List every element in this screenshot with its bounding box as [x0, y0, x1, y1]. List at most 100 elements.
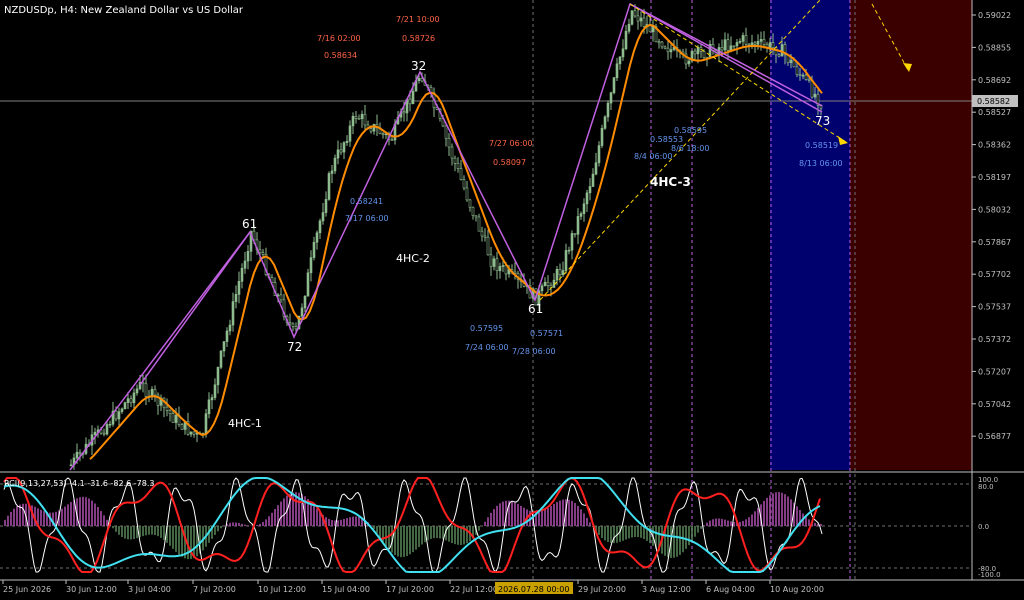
rci-histogram-bar — [313, 505, 315, 526]
annotation-a9-price: 0.58519 — [805, 141, 838, 150]
candle-body — [381, 133, 385, 136]
rci-histogram-bar — [631, 526, 633, 538]
candle-body — [696, 47, 700, 55]
rci-histogram-bar — [22, 503, 24, 526]
rci-histogram-bar — [172, 526, 174, 549]
rci-histogram-bar — [784, 494, 786, 526]
rci-histogram-bar — [79, 497, 81, 526]
annotation-a7-price: 0.58553 — [650, 135, 683, 144]
rci-histogram-bar — [280, 501, 282, 526]
rci-histogram-bar — [403, 526, 405, 557]
rci-histogram-bar — [244, 524, 246, 526]
rci-histogram-bar — [256, 525, 258, 526]
candle-body — [303, 295, 307, 309]
rci-histogram-bar — [466, 526, 468, 544]
candle-body — [597, 145, 601, 164]
time-tick-label: 3 Aug 12:00 — [642, 585, 691, 594]
candle-body — [129, 398, 133, 404]
indicator-label: RCI(9,13,27,53) -4.1 -31.6 -82.6 -78.3 — [4, 479, 154, 488]
candle-body — [801, 74, 805, 77]
candle-body — [69, 464, 73, 467]
chart-window[interactable]: NZDUSDp, H4: New Zealand Dollar vs US Do… — [0, 0, 1024, 600]
candle-body — [417, 78, 421, 81]
candle-body — [771, 42, 775, 48]
rci-histogram-bar — [649, 526, 651, 544]
forecast-zone-red — [850, 0, 972, 470]
rci-histogram-bar — [412, 526, 414, 553]
time-axis[interactable]: 25 Jun 2026 30 Jun 12:00 3 Jul 04:00 7 Jul … — [0, 579, 1024, 594]
rci-histogram-bar — [814, 522, 816, 526]
rci-histogram-bar — [328, 518, 330, 526]
rci-histogram-bar — [556, 502, 558, 526]
candle-body — [327, 173, 331, 200]
candle-body — [693, 50, 697, 55]
candle-body — [735, 42, 739, 47]
candle-body — [225, 330, 229, 342]
candle-body — [117, 411, 121, 420]
rci-histogram-bar — [700, 526, 702, 529]
rci-histogram-bar — [421, 526, 423, 545]
rci-histogram-bar — [751, 514, 753, 526]
price-tick-label: 0.57372 — [978, 335, 1011, 344]
candle-body — [342, 142, 346, 153]
rci-histogram-bar — [679, 526, 681, 555]
candle-body — [627, 23, 631, 32]
time-tick-label: 10 Aug 20:00 — [770, 585, 824, 594]
rci-histogram-bar — [121, 526, 123, 538]
candle-body — [582, 203, 586, 214]
rci-histogram-bar — [607, 526, 609, 543]
rci-histogram-bar — [451, 526, 453, 544]
rci-histogram-bar — [133, 526, 135, 539]
annotation-a4-price: 0.58097 — [493, 158, 526, 167]
rci-histogram-bar — [343, 519, 345, 526]
candle-body — [762, 39, 766, 45]
candle-body — [180, 424, 184, 430]
annotation-a5-time: 7/24 06:00 — [465, 343, 509, 352]
candle-body — [192, 431, 196, 435]
candle-body — [621, 48, 625, 58]
rci-histogram-bar — [292, 492, 294, 526]
wave-label-61b: 61 — [528, 302, 543, 316]
candle-body — [795, 66, 799, 75]
rci-histogram-bar — [124, 526, 126, 539]
rci-histogram-bar — [715, 518, 717, 526]
rci-histogram-bar — [106, 519, 108, 526]
rci-histogram-bar — [703, 525, 705, 526]
annotation-a1-time: 7/16 02:00 — [317, 34, 361, 43]
time-tick-label: 25 Jun 2026 — [3, 585, 51, 594]
annotation-a2-price: 0.58726 — [402, 34, 435, 43]
rci-histogram-bar — [385, 526, 387, 546]
candle-body — [75, 451, 79, 459]
time-tick-label: 22 Jul 12:00 — [450, 585, 498, 594]
rci-histogram-bar — [484, 521, 486, 526]
rci-histogram-bar — [634, 526, 636, 538]
candle-body — [807, 79, 811, 81]
annotation-a5-price: 0.57595 — [470, 324, 503, 333]
rci-histogram-bar — [316, 508, 318, 526]
candle-body — [465, 187, 469, 201]
candle-body — [585, 192, 589, 205]
rci-histogram-bar — [706, 522, 708, 526]
rci-histogram-bar — [241, 523, 243, 526]
rci-histogram-bar — [637, 526, 639, 538]
rci-histogram-bar — [331, 519, 333, 526]
candle-body — [813, 93, 817, 98]
rci-histogram-bar — [355, 516, 357, 526]
candle-body — [618, 56, 622, 65]
rci-histogram-bar — [4, 519, 6, 526]
rci-histogram-bar — [745, 519, 747, 526]
candle-body — [609, 92, 613, 104]
rci-histogram-bar — [778, 492, 780, 526]
time-tick-label: 17 Jul 20:00 — [386, 585, 434, 594]
rci-histogram-bar — [796, 506, 798, 526]
rci-histogram-bar — [487, 517, 489, 526]
annotation-a8-time: 8/6 18:00 — [671, 144, 709, 153]
rci-histogram-bar — [496, 505, 498, 526]
candle-body — [468, 199, 472, 208]
price-axis[interactable]: 0.59022 0.58855 0.58692 0.58527 0.58362 0.581… — [971, 0, 1018, 580]
rci-histogram-bar — [16, 506, 18, 526]
rci-histogram-bar — [388, 526, 390, 550]
rci-histogram-bar — [430, 526, 432, 539]
candle-body — [408, 98, 412, 105]
candle-body — [213, 384, 217, 398]
